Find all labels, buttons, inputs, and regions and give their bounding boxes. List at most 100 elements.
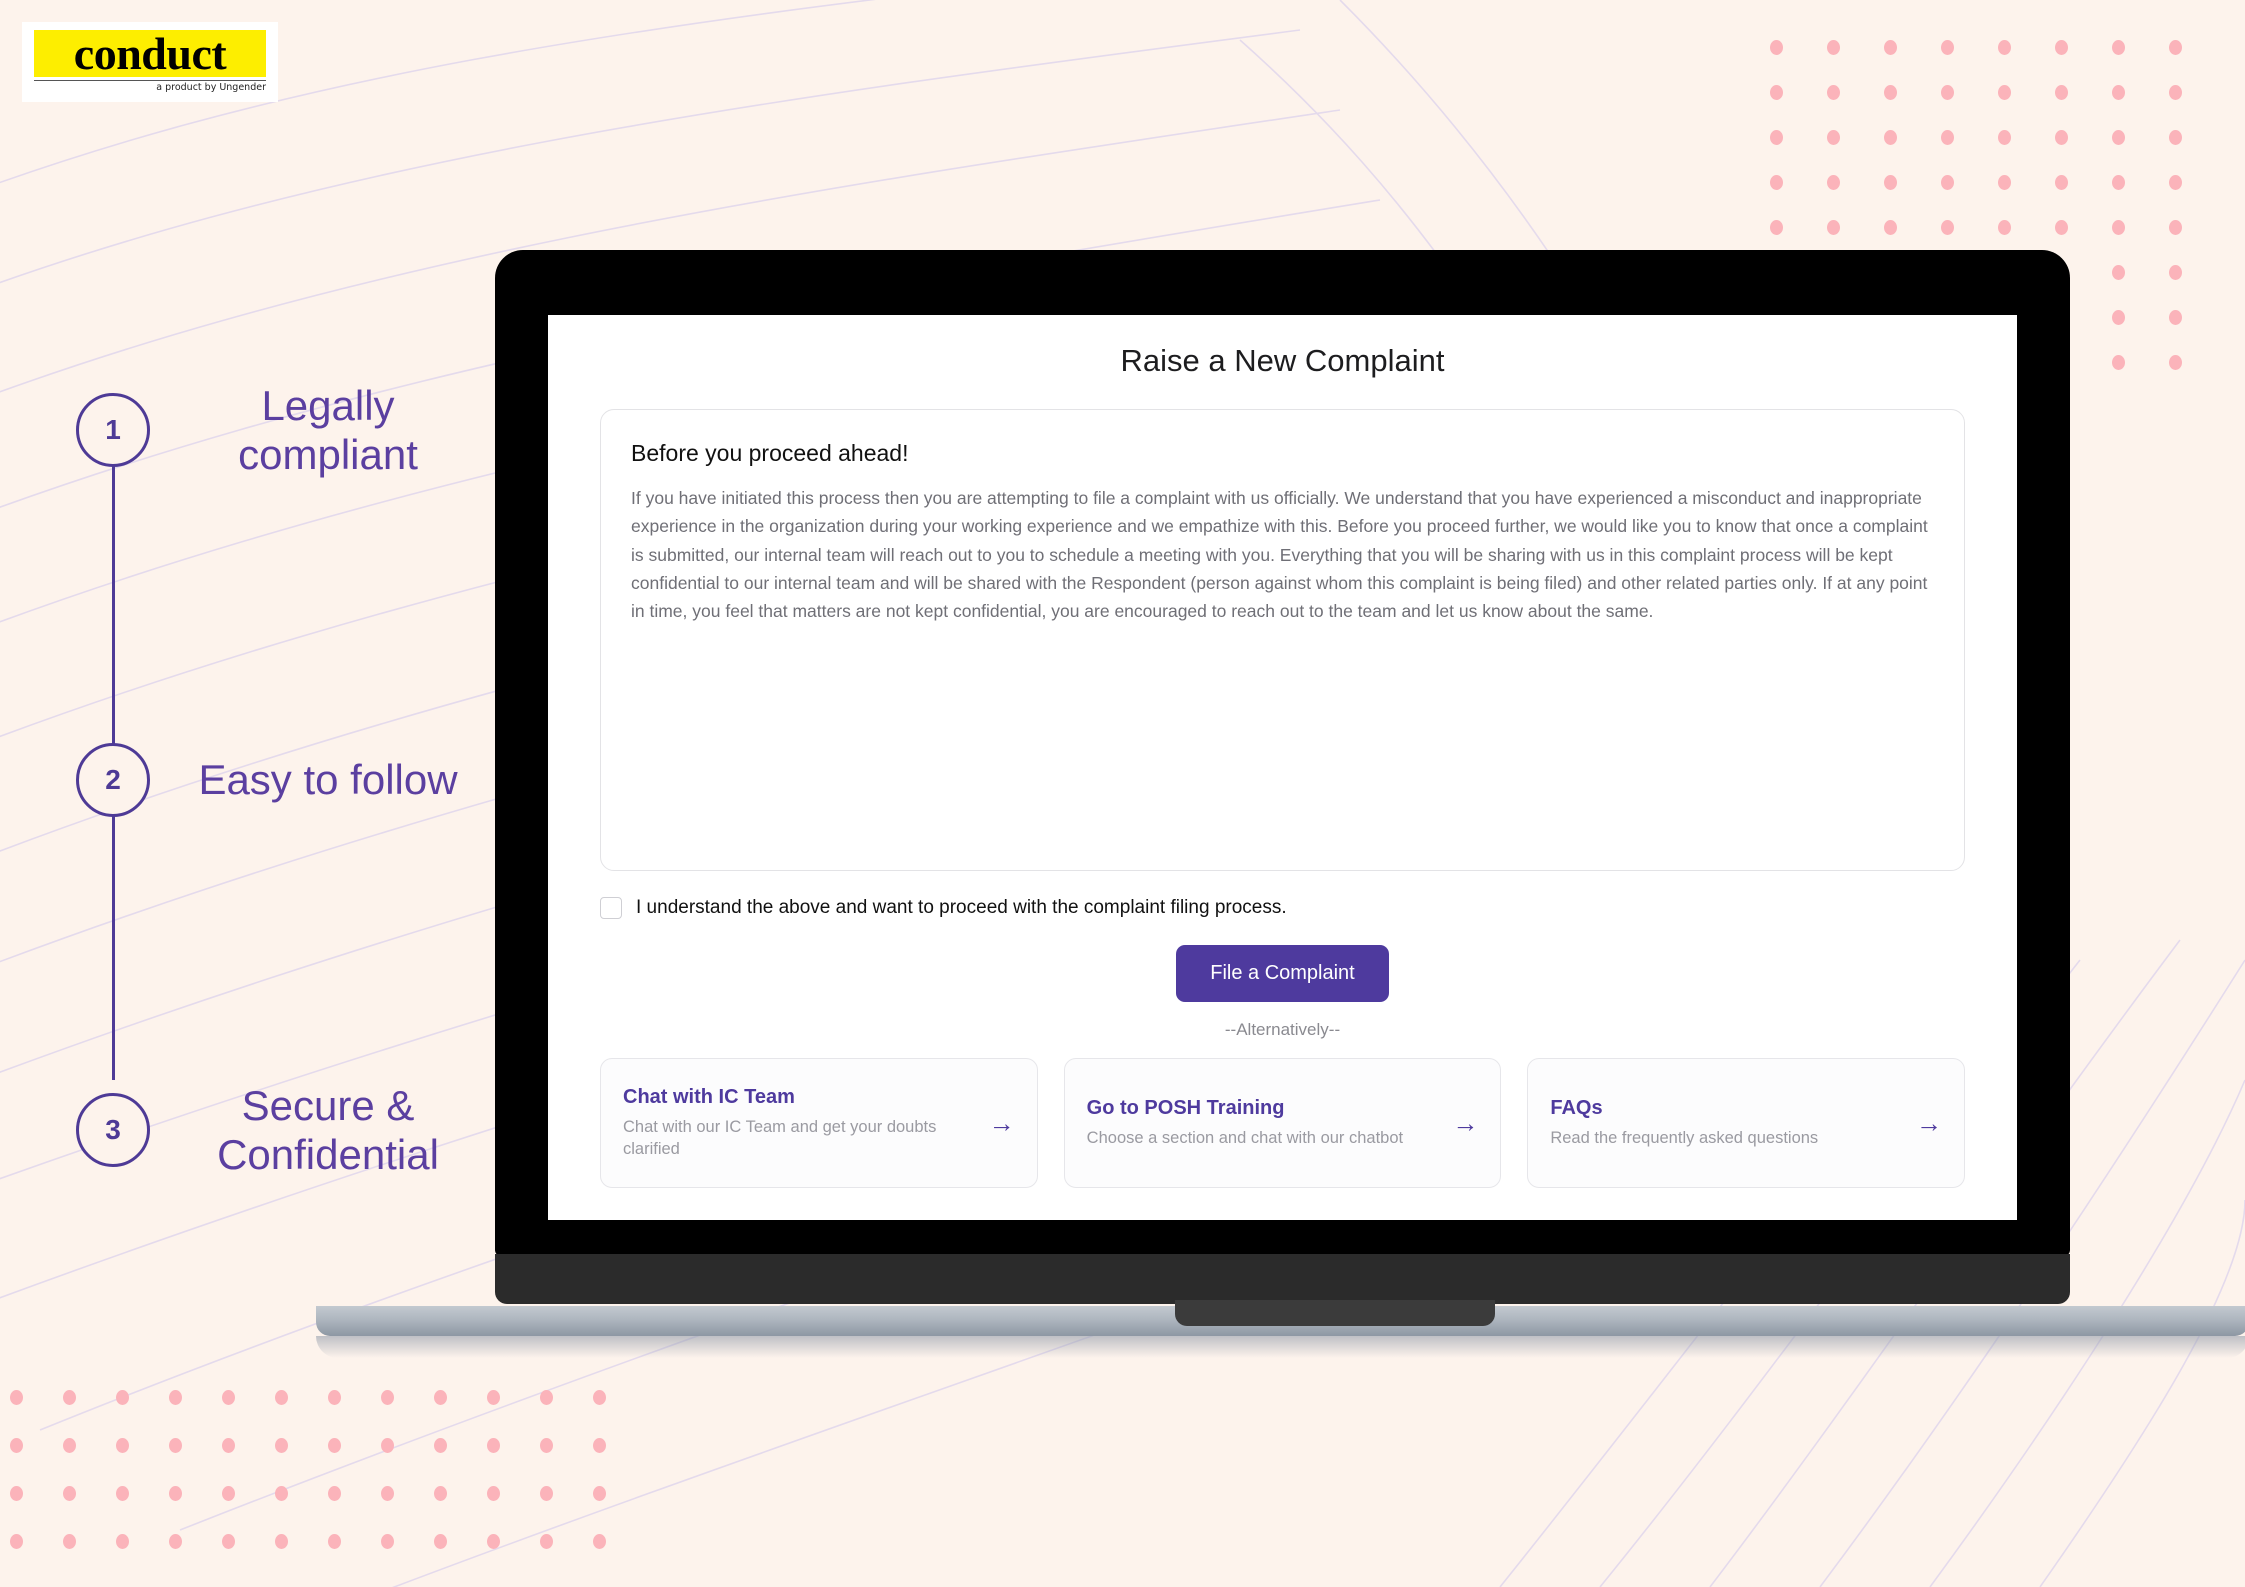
decorative-dot <box>434 1534 447 1549</box>
decorative-dot <box>2169 85 2182 100</box>
decorative-dot <box>328 1534 341 1549</box>
card-subtitle: Choose a section and chat with our chatb… <box>1086 1128 1404 1147</box>
card-posh-training[interactable]: Go to POSH Training Choose a section and… <box>1063 1058 1502 1188</box>
decorative-dot-grid-bottom-left <box>10 1390 670 1587</box>
decorative-dot <box>1941 85 1954 100</box>
decorative-dot <box>1770 220 1783 235</box>
page-title: Raise a New Complaint <box>1120 343 1445 378</box>
decorative-dot <box>540 1486 553 1501</box>
step-item-3: 3 Secure & Confidential <box>60 1080 480 1180</box>
decorative-dot <box>1998 85 2011 100</box>
step-number-badge: 2 <box>76 743 150 817</box>
card-subtitle: Chat with our IC Team and get your doubt… <box>623 1117 937 1158</box>
decorative-dot <box>222 1390 235 1405</box>
card-title: Go to POSH Training <box>1086 1096 1285 1119</box>
step-item-2: 2 Easy to follow <box>60 730 480 830</box>
decorative-dot <box>1770 130 1783 145</box>
decorative-dot <box>1998 130 2011 145</box>
decorative-dot <box>222 1534 235 1549</box>
decorative-dot <box>2112 175 2125 190</box>
decorative-dot <box>1827 40 1840 55</box>
decorative-dot <box>116 1438 129 1453</box>
decorative-dot <box>381 1534 394 1549</box>
decorative-dot <box>434 1390 447 1405</box>
decorative-dot <box>1884 40 1897 55</box>
decorative-dot <box>63 1486 76 1501</box>
decorative-dot <box>2055 175 2068 190</box>
decorative-dot <box>593 1390 606 1405</box>
decorative-dot <box>275 1438 288 1453</box>
step-number-badge: 1 <box>76 393 150 467</box>
decorative-dot <box>169 1390 182 1405</box>
decorative-dot <box>2169 130 2182 145</box>
card-subtitle: Read the frequently asked questions <box>1550 1128 1819 1147</box>
decorative-dot <box>222 1486 235 1501</box>
decorative-dot <box>2169 355 2182 370</box>
decorative-dot <box>487 1534 500 1549</box>
decorative-dot <box>2169 265 2182 280</box>
arrow-right-icon: → <box>988 1108 1015 1138</box>
arrow-right-icon: → <box>1916 1108 1943 1138</box>
decorative-dot <box>63 1390 76 1405</box>
brand-logo: conduct a product by Ungender <box>22 22 278 102</box>
decorative-dot <box>2169 220 2182 235</box>
decorative-dot <box>540 1390 553 1405</box>
file-complaint-button[interactable]: File a Complaint <box>1176 945 1389 1002</box>
decorative-dot <box>328 1486 341 1501</box>
consent-row[interactable]: I understand the above and want to proce… <box>600 897 1965 919</box>
decorative-dot <box>10 1438 23 1453</box>
decorative-dot <box>2112 40 2125 55</box>
decorative-dot <box>1884 85 1897 100</box>
laptop-screen: Raise a New Complaint Before you proceed… <box>548 315 2017 1220</box>
arrow-right-icon: → <box>1452 1108 1479 1138</box>
alternatively-divider: --Alternatively-- <box>1224 1020 1341 1039</box>
card-title: Chat with IC Team <box>623 1085 795 1108</box>
decorative-dot <box>116 1534 129 1549</box>
decorative-dot <box>2055 85 2068 100</box>
logo-tagline: a product by Ungender <box>151 82 266 93</box>
decorative-dot <box>169 1534 182 1549</box>
logo-divider: a product by Ungender <box>34 80 266 93</box>
decorative-dot <box>381 1438 394 1453</box>
decorative-dot <box>1941 175 1954 190</box>
step-label: Legally compliant <box>238 381 418 478</box>
decorative-dot <box>540 1534 553 1549</box>
decorative-dot <box>328 1438 341 1453</box>
decorative-dot <box>328 1390 341 1405</box>
laptop-chin <box>495 1254 2070 1304</box>
decorative-dot <box>593 1438 606 1453</box>
decorative-dot <box>1884 175 1897 190</box>
decorative-dot <box>2112 310 2125 325</box>
card-title: FAQs <box>1550 1096 1603 1119</box>
decorative-dot <box>2169 310 2182 325</box>
decorative-dot <box>1884 130 1897 145</box>
notice-box: Before you proceed ahead! If you have in… <box>600 409 1965 871</box>
complaint-app: Raise a New Complaint Before you proceed… <box>548 315 2017 1220</box>
consent-label: I understand the above and want to proce… <box>636 897 1287 918</box>
card-chat-with-ic-team[interactable]: Chat with IC Team Chat with our IC Team … <box>600 1058 1038 1188</box>
card-text: FAQs Read the frequently asked questions <box>1550 1097 1904 1149</box>
notice-body: If you have initiated this process then … <box>631 488 1928 622</box>
card-faqs[interactable]: FAQs Read the frequently asked questions… <box>1527 1058 1966 1188</box>
decorative-dot <box>10 1390 23 1405</box>
decorative-dot <box>381 1390 394 1405</box>
decorative-dot <box>1770 85 1783 100</box>
decorative-dot <box>593 1534 606 1549</box>
laptop-mockup: Raise a New Complaint Before you proceed… <box>316 250 2245 1358</box>
step-label: Secure & Confidential <box>217 1081 439 1178</box>
logo-highlight: conduct <box>34 30 266 77</box>
decorative-dot <box>593 1486 606 1501</box>
decorative-dot <box>169 1486 182 1501</box>
consent-checkbox[interactable] <box>600 897 622 919</box>
decorative-dot <box>487 1390 500 1405</box>
step-label: Easy to follow <box>198 756 458 804</box>
decorative-dot <box>1770 175 1783 190</box>
alternative-actions-list: Chat with IC Team Chat with our IC Team … <box>600 1058 1966 1188</box>
decorative-dot <box>487 1486 500 1501</box>
card-text: Chat with IC Team Chat with our IC Team … <box>623 1086 977 1161</box>
decorative-dot <box>381 1486 394 1501</box>
decorative-dot <box>1827 130 1840 145</box>
decorative-dot <box>1827 175 1840 190</box>
decorative-dot <box>1941 130 1954 145</box>
card-text: Go to POSH Training Choose a section and… <box>1087 1097 1441 1149</box>
